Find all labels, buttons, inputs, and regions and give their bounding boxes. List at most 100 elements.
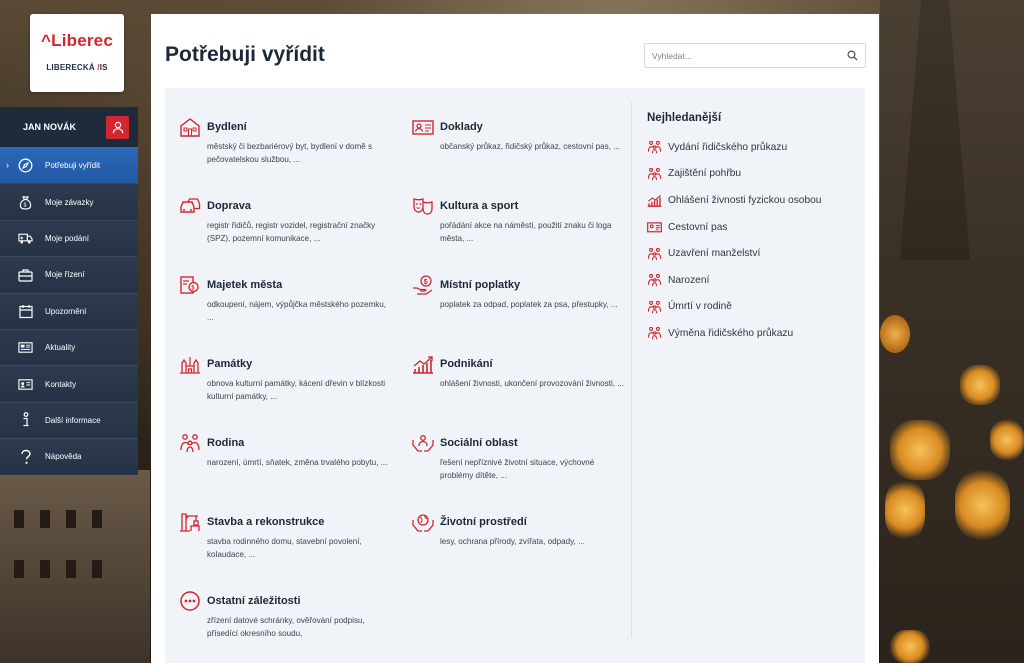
popular-item[interactable]: Zajištění pohřbu xyxy=(647,161,857,188)
popular-item-label: Cestovní pas xyxy=(668,221,728,233)
growth-chart-icon xyxy=(412,354,434,374)
category-description: lesy, ochrana přírody, zvířata, odpady, … xyxy=(440,537,585,546)
category-title: Doprava xyxy=(207,200,252,212)
sidebar-item-label: Moje závazky xyxy=(45,197,94,207)
category-description: narození, úmrtí, sňatek, změna trvalého … xyxy=(207,458,388,467)
popular-item-label: Ohlášení živnosti fyzickou osobou xyxy=(668,194,822,206)
helping-hands-icon xyxy=(412,433,434,453)
popular-item-label: Uzavření manželství xyxy=(668,248,761,260)
family-icon xyxy=(647,326,662,340)
category-stavba-a-rekonstrukce[interactable]: Stavba a rekonstrukce stavba rodinného d… xyxy=(179,512,394,561)
theater-masks-icon xyxy=(412,196,434,216)
popular-item[interactable]: Ohlášení živnosti fyzickou osobou xyxy=(647,187,857,214)
page-title: Potřebuji vyřídit xyxy=(165,43,325,66)
sidebar-item-label: Aktuality xyxy=(45,343,76,353)
chevron-right-icon: › xyxy=(6,160,9,170)
user-icon xyxy=(112,121,123,133)
search-input[interactable] xyxy=(652,50,832,61)
user-name: JAN NOVÁK xyxy=(23,122,77,132)
popular-item-label: Výměna řidičského průkazu xyxy=(668,327,794,339)
sidebar: JAN NOVÁK › Potřebuji vyřídit $ Moje záv… xyxy=(0,107,138,475)
category-ostatni-zalezitosti[interactable]: Ostatní záležitosti zřízení datové schrá… xyxy=(179,591,394,640)
popular-item[interactable]: Uzavření manželství xyxy=(647,240,857,267)
truck-icon xyxy=(18,231,33,246)
family-icon xyxy=(647,273,662,287)
category-title: Kultura a sport xyxy=(440,200,519,212)
popular-title: Nejhledanější xyxy=(647,112,722,124)
compass-icon xyxy=(18,158,33,173)
category-socialni-oblast[interactable]: Sociální oblast řešení nepříznivé životn… xyxy=(412,433,627,482)
category-title: Majetek města xyxy=(207,279,283,291)
user-profile-button[interactable] xyxy=(106,115,129,139)
popular-item-label: Úmrtí v rodině xyxy=(668,301,732,313)
category-pamatky[interactable]: Památky obnova kulturní památky, kácení … xyxy=(179,354,394,403)
sidebar-item-moje-podani[interactable]: Moje podání xyxy=(0,219,138,257)
payment-icon: $ xyxy=(412,275,434,295)
monument-icon xyxy=(179,354,201,374)
category-doprava[interactable]: Doprava registr řidičů, registr vozidel,… xyxy=(179,196,394,245)
column-divider xyxy=(631,102,632,638)
category-title: Bydlení xyxy=(207,121,247,133)
sidebar-item-label: Nápověda xyxy=(45,452,82,462)
category-title: Ostatní záležitosti xyxy=(207,595,301,607)
popular-item[interactable]: Narození xyxy=(647,267,857,294)
category-title: Místní poplatky xyxy=(440,279,521,291)
category-description: řešení nepříznivé životní situace, výcho… xyxy=(440,458,595,480)
category-title: Rodina xyxy=(207,437,245,449)
calendar-icon xyxy=(18,304,33,319)
category-description: poplatek za odpad, poplatek za psa, přes… xyxy=(440,300,618,309)
category-zivotni-prostredi[interactable]: Životní prostředí lesy, ochrana přírody,… xyxy=(412,512,627,549)
category-bydleni[interactable]: Bydlení městský či bezbariérový byt, byd… xyxy=(179,117,394,166)
category-description: městský či bezbariérový byt, bydlení v d… xyxy=(207,142,373,164)
logo-text: ^Liberec xyxy=(40,31,113,50)
family-icon xyxy=(647,167,662,181)
house-icon xyxy=(179,117,201,137)
category-podnikani[interactable]: Podnikání ohlášení živnosti, ukončení pr… xyxy=(412,354,627,391)
category-title: Podnikání xyxy=(440,358,493,370)
popular-item-label: Vydání řidičského průkazu xyxy=(668,141,788,153)
category-rodina[interactable]: Rodina narození, úmrtí, sňatek, změna tr… xyxy=(179,433,394,470)
category-description: stavba rodinného domu, stavební povolení… xyxy=(207,537,362,559)
sidebar-item-label: Další informace xyxy=(45,415,101,425)
category-mistni-poplatky[interactable]: $ Místní poplatky poplatek za odpad, pop… xyxy=(412,275,627,312)
brand-logo[interactable]: ^Liberec LIBERECKÁ /IS xyxy=(30,14,124,92)
search-box xyxy=(644,43,866,68)
popular-item-label: Narození xyxy=(668,274,710,286)
sidebar-item-upozorneni[interactable]: Upozornění xyxy=(0,292,138,329)
category-description: odkoupení, nájem, výpůjčka městského poz… xyxy=(207,300,387,322)
popular-item[interactable]: Výměna řidičského průkazu xyxy=(647,320,857,347)
search-icon[interactable] xyxy=(847,50,858,61)
sidebar-item-dalsi-informace[interactable]: Další informace xyxy=(0,401,138,439)
sidebar-item-moje-rizeni[interactable]: Moje řízení xyxy=(0,256,138,293)
popular-item-label: Zajištění pohřbu xyxy=(668,168,742,180)
money-bag-icon: $ xyxy=(18,195,33,210)
family-icon xyxy=(179,433,201,453)
popular-item[interactable]: Cestovní pas xyxy=(647,214,857,241)
category-title: Stavba a rekonstrukce xyxy=(207,516,325,528)
category-description: občanský průkaz, řidičský průkaz, cestov… xyxy=(440,142,620,151)
background-building xyxy=(0,470,150,663)
category-title: Sociální oblast xyxy=(440,437,518,449)
category-majetek-mesta[interactable]: $ Majetek města odkoupení, nájem, výpůjč… xyxy=(179,275,394,324)
popular-item[interactable]: Úmrtí v rodině xyxy=(647,294,857,321)
sidebar-item-kontakty[interactable]: Kontakty xyxy=(0,365,138,402)
category-doklady[interactable]: Doklady občanský průkaz, řidičský průkaz… xyxy=(412,117,627,154)
sidebar-item-moje-zavazky[interactable]: $ Moje závazky xyxy=(0,183,138,220)
contact-card-icon xyxy=(18,377,33,392)
category-description: registr řidičů, registr vozidel, registr… xyxy=(207,221,376,243)
growth-chart-icon xyxy=(647,193,662,208)
sidebar-item-label: Kontakty xyxy=(45,379,77,389)
cars-icon xyxy=(179,196,201,216)
family-icon xyxy=(647,247,662,261)
category-description: obnova kulturní památky, kácení dřevin v… xyxy=(207,379,385,401)
sidebar-item-napoveda[interactable]: Nápověda xyxy=(0,438,138,475)
more-icon xyxy=(179,591,201,611)
family-icon xyxy=(647,300,662,314)
category-kultura-a-sport[interactable]: Kultura a sport pořádání akce na náměstí… xyxy=(412,196,627,245)
sidebar-item-potrebuji-vyridit[interactable]: › Potřebuji vyřídit xyxy=(0,147,138,184)
svg-text:$: $ xyxy=(424,279,428,286)
popular-item[interactable]: Vydání řidičského průkazu xyxy=(647,134,857,161)
sidebar-item-aktuality[interactable]: Aktuality xyxy=(0,328,138,366)
category-description: pořádání akce na náměstí, použití znaku … xyxy=(440,221,612,243)
crane-icon xyxy=(179,512,201,532)
